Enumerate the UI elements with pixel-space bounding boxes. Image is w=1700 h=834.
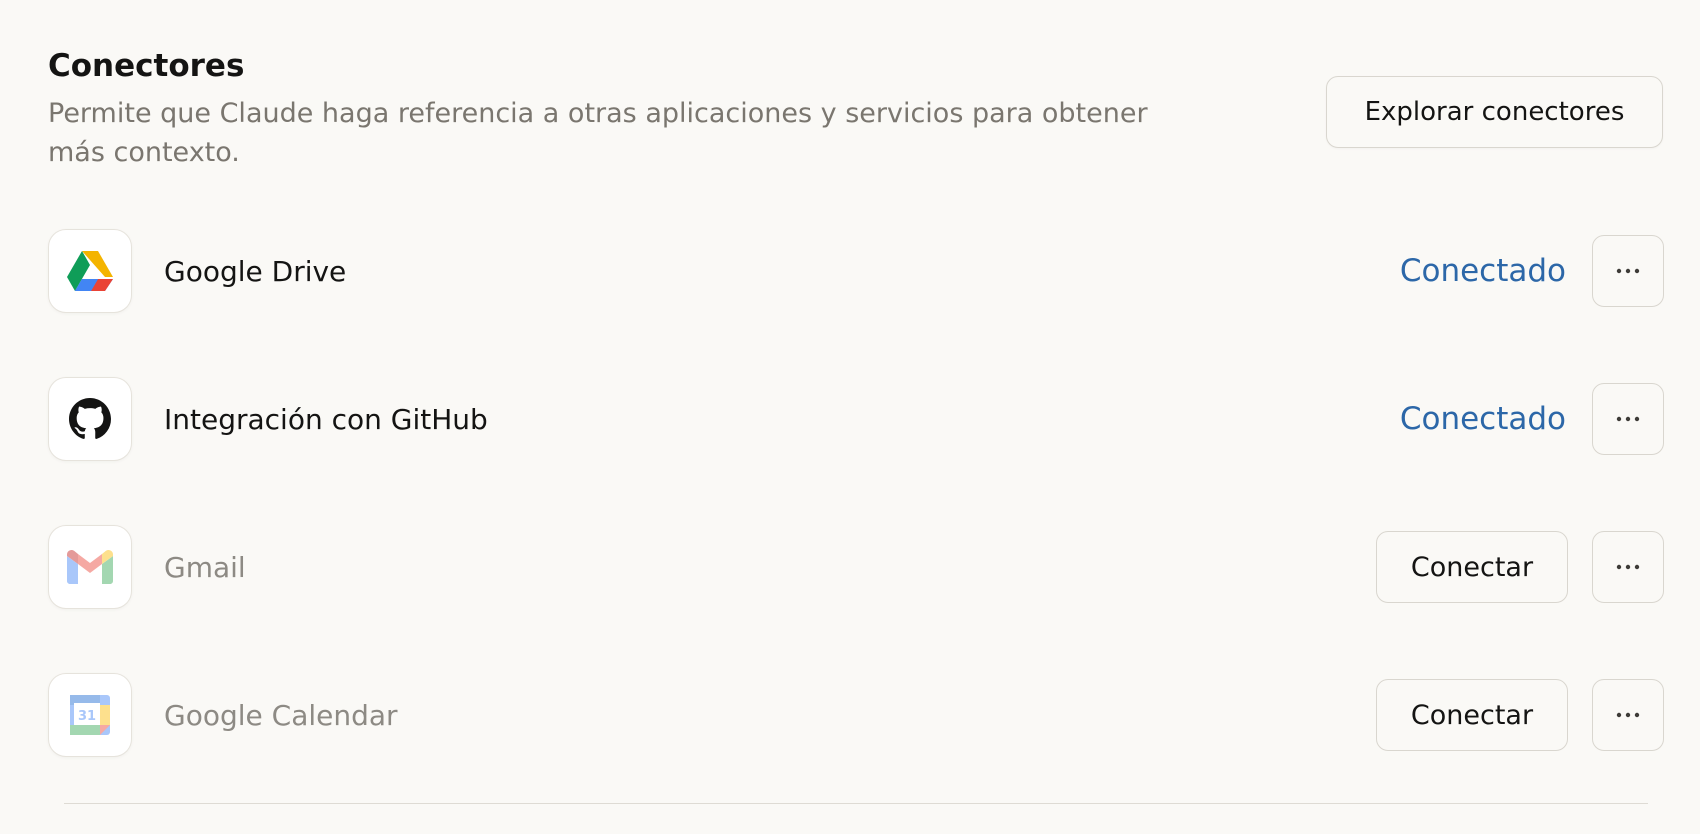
connect-button[interactable]: Conectar — [1376, 679, 1568, 751]
explore-connectors-button[interactable]: Explorar conectores — [1326, 76, 1663, 148]
calendar-day-label: 31 — [78, 709, 96, 724]
connected-status: Conectado — [1399, 401, 1566, 437]
more-horizontal-icon — [1616, 268, 1640, 274]
more-options-button[interactable] — [1592, 531, 1664, 603]
connector-name: Integración con GitHub — [164, 402, 488, 436]
google-calendar-icon: 31 — [70, 695, 110, 735]
more-options-button[interactable] — [1592, 383, 1664, 455]
more-horizontal-icon — [1616, 712, 1640, 718]
gmail-icon — [67, 550, 113, 584]
google-drive-icon — [67, 251, 113, 291]
connector-row-google-drive: Google Drive Conectado — [48, 229, 1664, 313]
section-description: Permite que Claude haga referencia a otr… — [48, 98, 1148, 168]
more-horizontal-icon — [1616, 564, 1640, 570]
connector-name: Gmail — [164, 550, 246, 584]
connector-name: Google Calendar — [164, 698, 398, 732]
more-horizontal-icon — [1616, 416, 1640, 422]
connector-row-github: Integración con GitHub Conectado — [48, 377, 1664, 461]
section-divider — [64, 803, 1648, 804]
github-icon — [69, 398, 111, 439]
connector-row-gmail: Gmail Conectar — [48, 525, 1664, 609]
section-title: Conectores — [48, 48, 245, 84]
google-calendar-tile: 31 — [48, 673, 132, 757]
connected-status: Conectado — [1399, 253, 1566, 289]
google-drive-tile — [48, 229, 132, 313]
connectors-header: Conectores Permite que Claude haga refer… — [48, 46, 1178, 172]
github-tile — [48, 377, 132, 461]
more-options-button[interactable] — [1592, 679, 1664, 751]
connect-button[interactable]: Conectar — [1376, 531, 1568, 603]
connector-row-google-calendar: 31 Google Calendar Conectar — [48, 673, 1664, 757]
connectors-settings-page: Conectores Permite que Claude haga refer… — [0, 0, 1700, 834]
connector-name: Google Drive — [164, 254, 347, 288]
gmail-tile — [48, 525, 132, 609]
more-options-button[interactable] — [1592, 235, 1664, 307]
